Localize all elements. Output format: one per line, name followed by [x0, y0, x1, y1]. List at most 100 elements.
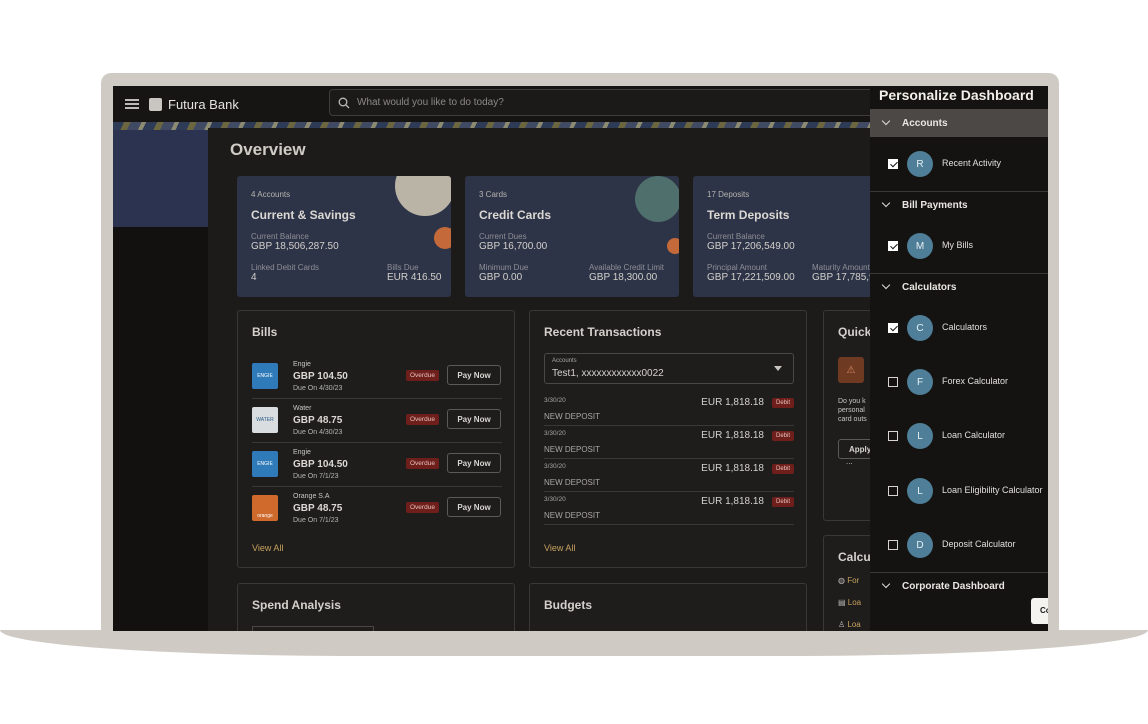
biller-name: Engie [293, 449, 311, 456]
value: GBP 18,506,287.50 [251, 241, 339, 252]
card-title: Credit Cards [479, 208, 552, 222]
transaction-row[interactable]: 3/30/20 NEW DEPOSIT EUR 1,818.18 Debit [544, 428, 794, 461]
bank-logo-icon [149, 97, 162, 111]
tx-date: 3/30/20 [544, 463, 566, 470]
section-corporate-dashboard[interactable]: Corporate Dashboard [870, 572, 1048, 600]
offer-line: card outs [838, 416, 867, 423]
pay-now-button[interactable]: Pay Now [447, 365, 501, 385]
biller-name: Orange S.A [293, 493, 330, 500]
card-credit-cards[interactable]: 3 Cards Credit Cards Current Dues GBP 16… [465, 176, 679, 297]
warning-icon: ⚠ [838, 357, 864, 383]
due-date: Due On 7/1/23 [293, 473, 339, 480]
checkbox[interactable] [888, 241, 898, 251]
avatar: R [907, 151, 933, 177]
card-decoration [434, 227, 451, 249]
tx-description: NEW DEPOSIT [544, 478, 601, 487]
left-gutter [113, 227, 208, 631]
label: Maturity Amount [812, 263, 870, 272]
account-select[interactable]: Accounts Test1, xxxxxxxxxxxx0022 [544, 353, 794, 384]
calculator-link[interactable]: ▤ Loa [838, 598, 861, 607]
label: Linked Debit Cards [251, 263, 320, 272]
biller-name: Engie [293, 361, 311, 368]
widget-option: L Loan Eligibility Calculator [870, 476, 1048, 506]
divider [544, 524, 794, 525]
checkbox[interactable] [888, 323, 898, 333]
brand-logo[interactable]: Futura Bank [149, 97, 239, 112]
orange-logo: orange [252, 495, 278, 521]
transaction-row[interactable]: 3/30/20 NEW DEPOSIT EUR 1,818.18 Debit [544, 461, 794, 494]
due-date: Due On 7/1/23 [293, 517, 339, 524]
chevron-down-icon [881, 198, 891, 208]
tx-amount: EUR 1,818.18 [701, 496, 764, 507]
biller-name: Water [293, 405, 312, 412]
search-placeholder: What would you like to do today? [357, 97, 504, 108]
tx-type-badge: Debit [771, 398, 794, 408]
tx-date: 3/30/20 [544, 496, 566, 503]
bill-amount: GBP 48.75 [293, 503, 343, 514]
checkbox[interactable] [888, 540, 898, 550]
widget-title: Recent Transactions [544, 325, 662, 339]
divider [544, 491, 794, 492]
calculator-link-label: For [847, 576, 860, 585]
globe-icon: ◍ [838, 576, 848, 585]
view-all-link[interactable]: View All [544, 543, 575, 553]
widget-option: D Deposit Calculator [870, 530, 1048, 560]
bill-item: orange Orange S.A GBP 48.75 Due On 7/1/2… [252, 489, 502, 533]
tx-description: NEW DEPOSIT [544, 511, 601, 520]
transaction-row[interactable]: 3/30/20 NEW DEPOSIT EUR 1,818.18 Debit [544, 494, 794, 527]
chevron-down-icon [881, 579, 891, 589]
more-icon[interactable]: ... [846, 457, 853, 466]
page-title: Overview [230, 140, 306, 159]
card-decoration [635, 176, 679, 222]
section-calculators[interactable]: Calculators [870, 273, 1048, 301]
divider [252, 486, 502, 487]
calculator-link[interactable]: ◍ For [838, 576, 859, 585]
banner-left-block [113, 130, 208, 227]
card-term-deposits[interactable]: 17 Deposits Term Deposits Current Balanc… [693, 176, 873, 297]
status-badge: Overdue [406, 414, 439, 425]
pay-now-button[interactable]: Pay Now [447, 453, 501, 473]
option-label: Recent Activity [942, 158, 1002, 168]
option-label: Loan Eligibility Calculator [942, 485, 1043, 495]
bill-amount: GBP 104.50 [293, 459, 348, 470]
bills-widget: Bills ENGIE Engie GBP 104.50 Due On 4/30… [237, 310, 515, 568]
checkbox[interactable] [888, 377, 898, 387]
card-decoration [395, 176, 451, 216]
option-label: Loan Calculator [942, 430, 1006, 440]
section-bill-payments[interactable]: Bill Payments [870, 191, 1048, 219]
due-date: Due On 4/30/23 [293, 429, 343, 436]
pay-now-button[interactable]: Pay Now [447, 409, 501, 429]
checkbox[interactable] [888, 159, 898, 169]
account-count: 4 Accounts [251, 190, 291, 199]
status-badge: Overdue [406, 458, 439, 469]
divider [252, 398, 502, 399]
value: GBP 17,785,9 [812, 272, 873, 283]
dropdown-caret-icon [774, 366, 782, 371]
transaction-row[interactable]: 3/30/20 NEW DEPOSIT EUR 1,818.18 Debit [544, 395, 794, 428]
value: 4 [251, 272, 257, 283]
option-label: My Bills [942, 240, 973, 250]
water-logo: WATER [252, 407, 278, 433]
personalize-dashboard-panel: Personalize Dashboard Accounts R Recent … [870, 86, 1048, 631]
section-accounts[interactable]: Accounts [870, 109, 1048, 137]
calculator-link[interactable]: ♙ Loa [838, 620, 861, 629]
widget-title: Calcu [838, 550, 871, 564]
checkbox[interactable] [888, 486, 898, 496]
option-label: Deposit Calculator [942, 539, 1016, 549]
card-current-savings[interactable]: 4 Accounts Current & Savings Current Bal… [237, 176, 451, 297]
view-all-link[interactable]: View All [252, 543, 283, 553]
widget-title: Spend Analysis [252, 598, 341, 612]
confirm-button[interactable]: Co [1031, 598, 1048, 624]
search-input[interactable]: What would you like to do today? [329, 89, 889, 116]
section-title: Accounts [902, 117, 948, 129]
user-icon: ♙ [838, 620, 848, 629]
spend-analysis-widget: Spend Analysis [237, 583, 515, 631]
menu-icon[interactable] [125, 99, 139, 109]
checkbox[interactable] [888, 431, 898, 441]
value: GBP 0.00 [479, 272, 523, 283]
label: Current Balance [707, 232, 765, 241]
pay-now-button[interactable]: Pay Now [447, 497, 501, 517]
quick-offer-text: Do you k personal card outs [838, 397, 867, 424]
period-toggle[interactable] [252, 626, 374, 631]
chevron-down-icon [881, 116, 891, 126]
